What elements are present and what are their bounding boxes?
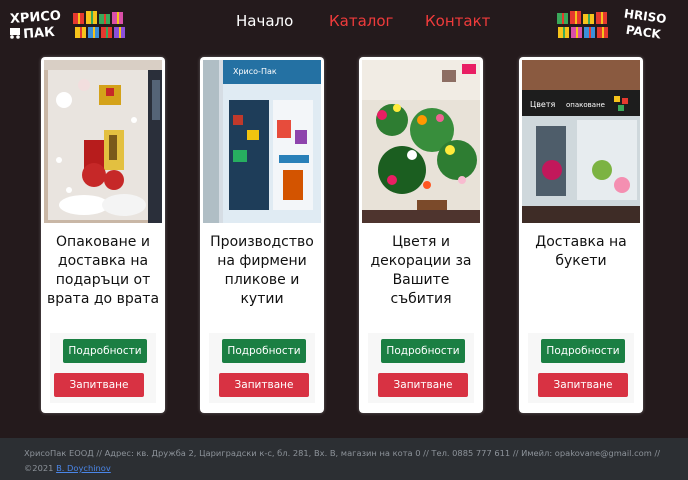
- nav-contact-link[interactable]: Контакт: [425, 12, 490, 30]
- site-header: ХРИСО ПАК Начало Каталог Контакт HRISO P…: [0, 0, 688, 46]
- card-actions: Подробности Запитване: [209, 333, 315, 403]
- author-link[interactable]: B. Doychinov: [56, 463, 111, 473]
- card-title: Цветя и декорации за Вашите събития: [370, 234, 472, 307]
- gift-boxes-icon: [557, 11, 608, 38]
- card-actions: Подробности Запитване: [528, 333, 634, 403]
- card-actions: Подробности Запитване: [368, 333, 474, 403]
- card-actions: Подробности Запитване: [50, 333, 156, 403]
- store-front-photo: Хрисо-Пак: [203, 60, 321, 223]
- card-title: Опаковане и доставка на подаръци от врат…: [46, 234, 160, 307]
- service-card: Опаковане и доставка на подаръци от врат…: [41, 57, 165, 413]
- inquiry-button[interactable]: Запитване: [54, 373, 144, 397]
- inquiry-button[interactable]: Запитване: [378, 373, 468, 397]
- nav-home-link[interactable]: Начало: [236, 12, 293, 30]
- logo-text-bottom: PACK: [625, 23, 662, 42]
- inquiry-button[interactable]: Запитване: [219, 373, 309, 397]
- nav-catalog-link[interactable]: Каталог: [329, 12, 393, 30]
- card-title: Производство на фирмени пликове и кутии: [210, 234, 314, 307]
- service-card: Хрисо-Пак Производство на фирмени пликов…: [200, 57, 324, 413]
- details-button[interactable]: Подробности: [381, 339, 465, 363]
- inquiry-button[interactable]: Запитване: [538, 373, 628, 397]
- card-title: Доставка на букети: [535, 234, 627, 269]
- gift-shop-window-photo: [44, 60, 162, 223]
- details-button[interactable]: Подробности: [222, 339, 306, 363]
- svg-text:опаковане: опаковане: [566, 101, 605, 109]
- copyright-text: ©2021: [24, 463, 54, 473]
- footer-address: ХрисоПак ЕООД // Адрес: кв. Дружба 2, Ца…: [24, 448, 661, 458]
- footer-copyright-line: ©2021 B. Doychinov: [24, 463, 111, 473]
- details-button[interactable]: Подробности: [541, 339, 625, 363]
- flowers-photo: [362, 60, 480, 223]
- flower-shop-photo: Цветя опаковане: [522, 60, 640, 223]
- hriso-pack-logo[interactable]: HRISO PACK: [622, 6, 678, 42]
- service-card: Цветя опаковане Доставка на букети Подро…: [519, 57, 643, 413]
- service-card: Цветя и декорации за Вашите събития Подр…: [359, 57, 483, 413]
- site-footer: ХрисоПак ЕООД // Адрес: кв. Дружба 2, Ца…: [0, 438, 688, 480]
- svg-text:Цветя: Цветя: [530, 100, 556, 109]
- svg-text:Хрисо-Пак: Хрисо-Пак: [233, 67, 277, 76]
- details-button[interactable]: Подробности: [63, 339, 147, 363]
